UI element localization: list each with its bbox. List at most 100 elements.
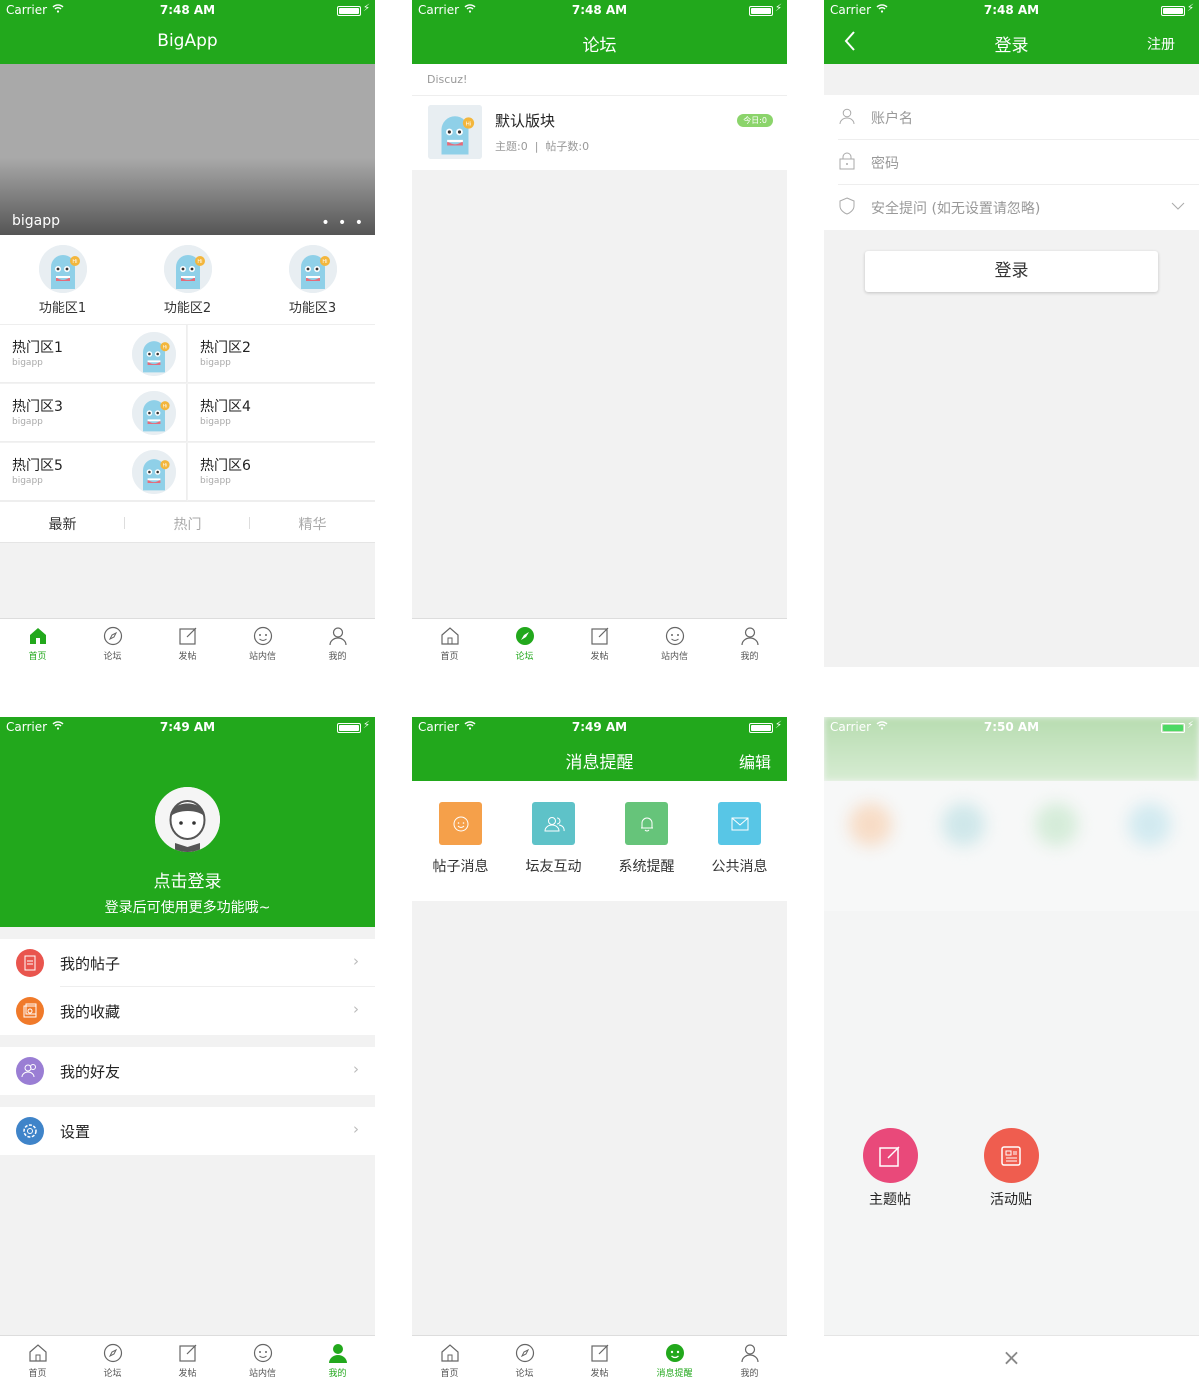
register-button[interactable]: 注册 [1147, 34, 1175, 54]
close-icon[interactable]: × [824, 1346, 1199, 1371]
function-zone-label: 功能区3 [288, 301, 337, 316]
user-icon [328, 1344, 347, 1363]
avatar[interactable] [155, 787, 220, 852]
status-bar: Carrier 7:50 AM ⚡ [824, 717, 1199, 737]
compose-icon [590, 1344, 608, 1362]
banner-more-icon[interactable]: • • • [321, 215, 365, 231]
function-zone-3[interactable]: 功能区3 [250, 235, 375, 325]
chevron-right-icon: › [353, 952, 359, 970]
login-prompt[interactable]: 点击登录 [0, 867, 375, 892]
tab-label: 我的 [328, 1369, 347, 1379]
tab-post[interactable]: 发帖 [150, 619, 225, 667]
page-title: 论坛 [582, 36, 617, 56]
topic-post-button[interactable]: 主题帖 [850, 1128, 930, 1209]
tab-home[interactable]: 首页 [412, 1336, 487, 1384]
tab-messages[interactable]: 站内信 [225, 1336, 300, 1384]
hot-zone-1[interactable]: 热门区1 bigapp [0, 325, 187, 383]
battery-icon [337, 6, 361, 16]
password-placeholder: 密码 [871, 156, 899, 172]
my-friends-row[interactable]: 我的好友 › [0, 1047, 375, 1095]
profile-header: 点击登录 登录后可使用更多功能哦~ [0, 717, 375, 927]
tab-label: 论坛 [515, 1369, 534, 1379]
tab-me[interactable]: 我的 [300, 1336, 375, 1384]
my-posts-row[interactable]: 我的帖子 › [0, 939, 375, 987]
tab-post[interactable]: 发帖 [150, 1336, 225, 1384]
sort-latest[interactable]: 最新 [0, 514, 125, 534]
tab-forum[interactable]: 论坛 [75, 1336, 150, 1384]
sort-hot[interactable]: 热门 [125, 514, 250, 534]
banner[interactable]: bigapp • • • [0, 64, 375, 235]
board-row[interactable]: 默认版块 主题:0 | 帖子数:0 今日:0 [412, 96, 787, 170]
compose-icon [590, 627, 608, 645]
tab-label: 首页 [28, 652, 47, 662]
tab-label: 发帖 [178, 1369, 197, 1379]
sort-featured[interactable]: 精华 [250, 514, 375, 534]
tab-home[interactable]: 首页 [0, 1336, 75, 1384]
hot-zone-sub: bigapp [12, 417, 43, 427]
tab-forum[interactable]: 论坛 [487, 619, 562, 667]
function-zone-1[interactable]: 功能区1 [0, 235, 125, 325]
security-question-select[interactable]: 安全提问 (如无设置请忽略) [824, 185, 1199, 230]
home-icon [29, 628, 46, 644]
friend-interaction-item[interactable]: 坛友互动 [507, 802, 600, 876]
category-label: 公共消息 [711, 859, 768, 875]
hot-zone-6[interactable]: 热门区6 bigapp [188, 443, 375, 501]
tab-home[interactable]: 首页 [0, 619, 75, 667]
hot-zone-2[interactable]: 热门区2 bigapp [188, 325, 375, 383]
tab-label: 首页 [440, 652, 459, 662]
battery-icon [749, 6, 773, 16]
user-icon [839, 108, 855, 125]
password-field[interactable]: 密码 [824, 140, 1199, 185]
chevron-right-icon: › [353, 1060, 359, 1078]
post-messages-item[interactable]: 帖子消息 [414, 802, 507, 876]
tab-bar: 首页 论坛 发帖 站内信 我的 [0, 618, 375, 667]
tab-messages[interactable]: 站内信 [637, 619, 712, 667]
tab-forum[interactable]: 论坛 [487, 1336, 562, 1384]
activity-post-button[interactable]: 活动贴 [971, 1128, 1051, 1209]
compose-icon [862, 1128, 918, 1183]
login-hint: 登录后可使用更多功能哦~ [104, 900, 271, 916]
lock-icon [839, 152, 855, 170]
tab-label: 消息提醒 [656, 1369, 693, 1379]
tab-me[interactable]: 我的 [712, 619, 787, 667]
messages-screen: 消息提醒 编辑 Carrier 7:49 AM ⚡ 帖子消息 坛友互动 系统提醒… [412, 717, 787, 1384]
hot-zone-3[interactable]: 热门区3 bigapp [0, 384, 187, 442]
today-badge: 今日:0 [737, 114, 773, 127]
clock: 7:49 AM [571, 720, 628, 734]
edit-button[interactable]: 编辑 [739, 749, 771, 773]
hot-zone-title: 热门区5 [12, 458, 63, 474]
hot-zone-4[interactable]: 热门区4 bigapp [188, 384, 375, 442]
ghost-avatar-icon [132, 391, 176, 435]
tab-messages[interactable]: 消息提醒 [637, 1336, 712, 1384]
tab-home[interactable]: 首页 [412, 619, 487, 667]
tab-label: 发帖 [590, 1369, 609, 1379]
blurred-background [824, 717, 1199, 1384]
clock: 7:48 AM [571, 3, 628, 17]
my-favorites-row[interactable]: 我的收藏 › [0, 987, 375, 1035]
public-message-item[interactable]: 公共消息 [693, 802, 786, 876]
login-button[interactable]: 登录 [865, 251, 1158, 292]
friends-icon [532, 802, 575, 845]
status-bar: Carrier 7:48 AM ⚡ [824, 0, 1199, 20]
tab-label: 我的 [328, 652, 347, 662]
tab-me[interactable]: 我的 [300, 619, 375, 667]
clock: 7:48 AM [159, 3, 216, 17]
hot-zone-title: 热门区6 [200, 458, 251, 474]
chevron-right-icon: › [353, 1120, 359, 1138]
row-label: 我的好友 [60, 1063, 121, 1081]
tab-label: 站内信 [248, 1369, 276, 1379]
tab-forum[interactable]: 论坛 [75, 619, 150, 667]
settings-row[interactable]: 设置 › [0, 1107, 375, 1155]
charging-icon: ⚡ [362, 3, 370, 14]
hot-zone-5[interactable]: 热门区5 bigapp [0, 443, 187, 501]
tab-post[interactable]: 发帖 [562, 619, 637, 667]
username-field[interactable]: 账户名 [824, 95, 1199, 140]
tab-me[interactable]: 我的 [712, 1336, 787, 1384]
system-alert-item[interactable]: 系统提醒 [600, 802, 693, 876]
ghost-avatar-icon [38, 245, 87, 293]
tab-post[interactable]: 发帖 [562, 1336, 637, 1384]
board-icon [428, 105, 482, 159]
home-icon [440, 627, 459, 645]
tab-messages[interactable]: 站内信 [225, 619, 300, 667]
function-zone-2[interactable]: 功能区2 [125, 235, 250, 325]
